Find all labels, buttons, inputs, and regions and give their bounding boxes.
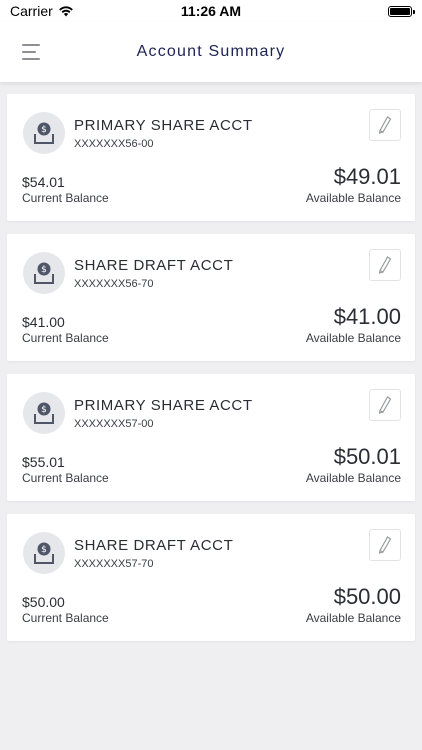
pencil-icon — [378, 536, 392, 554]
svg-text:$: $ — [41, 405, 47, 415]
svg-text:$: $ — [41, 545, 47, 555]
money-deposit-icon: $ — [23, 252, 65, 294]
account-number: XXXXXXX57-70 — [74, 558, 154, 570]
available-balance-label: Available Balance — [305, 191, 401, 205]
account-number: XXXXXXX56-00 — [74, 138, 154, 150]
pencil-icon — [378, 396, 392, 414]
wifi-icon — [58, 6, 73, 17]
current-balance-value: $54.01 — [22, 174, 65, 190]
edit-account-button[interactable] — [369, 249, 401, 281]
available-balance-value: $49.01 — [333, 164, 401, 189]
current-balance-value: $50.00 — [22, 594, 65, 610]
current-balance-label: Current Balance — [22, 471, 109, 485]
hamburger-menu-icon — [22, 44, 40, 46]
account-name: PRIMARY SHARE ACCT — [74, 117, 253, 134]
current-balance-label: Current Balance — [22, 331, 109, 345]
account-name: PRIMARY SHARE ACCT — [74, 397, 253, 414]
current-balance-label: Current Balance — [22, 191, 109, 205]
available-balance-value: $50.00 — [333, 584, 401, 609]
account-number: XXXXXXX56-70 — [74, 278, 154, 290]
current-balance-label: Current Balance — [22, 611, 109, 625]
edit-account-button[interactable] — [369, 109, 401, 141]
available-balance-label: Available Balance — [305, 611, 401, 625]
account-name: SHARE DRAFT ACCT — [74, 537, 234, 554]
battery-level — [390, 7, 410, 15]
available-balance-label: Available Balance — [305, 471, 401, 485]
current-balance-value: $55.01 — [22, 454, 65, 470]
menu-button[interactable] — [20, 42, 44, 62]
svg-text:$: $ — [41, 265, 47, 275]
account-list: $ PRIMARY SHARE ACCT XXXXXXX56-00 $54.01… — [7, 94, 415, 654]
current-balance-value: $41.00 — [22, 314, 65, 330]
pencil-icon — [378, 256, 392, 274]
status-left: Carrier — [10, 3, 74, 19]
header: Account Summary — [0, 22, 422, 82]
edit-account-button[interactable] — [369, 529, 401, 561]
account-number: XXXXXXX57-00 — [74, 418, 154, 430]
account-name: SHARE DRAFT ACCT — [74, 257, 234, 274]
available-balance-label: Available Balance — [305, 331, 401, 345]
account-card[interactable]: $ PRIMARY SHARE ACCT XXXXXXX56-00 $54.01… — [7, 94, 415, 221]
account-card[interactable]: $ SHARE DRAFT ACCT XXXXXXX57-70 $50.00 C… — [7, 514, 415, 641]
pencil-icon — [378, 116, 392, 134]
edit-account-button[interactable] — [369, 389, 401, 421]
status-bar: Carrier 11:26 AM — [0, 0, 422, 22]
svg-text:$: $ — [41, 125, 47, 135]
available-balance-value: $41.00 — [333, 304, 401, 329]
money-deposit-icon: $ — [23, 112, 65, 154]
account-card[interactable]: $ PRIMARY SHARE ACCT XXXXXXX57-00 $55.01… — [7, 374, 415, 501]
money-deposit-icon: $ — [23, 532, 65, 574]
available-balance-value: $50.01 — [333, 444, 401, 469]
carrier-label: Carrier — [10, 3, 53, 19]
money-deposit-icon: $ — [23, 392, 65, 434]
page-title: Account Summary — [136, 43, 286, 60]
battery-icon — [388, 5, 415, 17]
account-card[interactable]: $ SHARE DRAFT ACCT XXXXXXX56-70 $41.00 C… — [7, 234, 415, 361]
